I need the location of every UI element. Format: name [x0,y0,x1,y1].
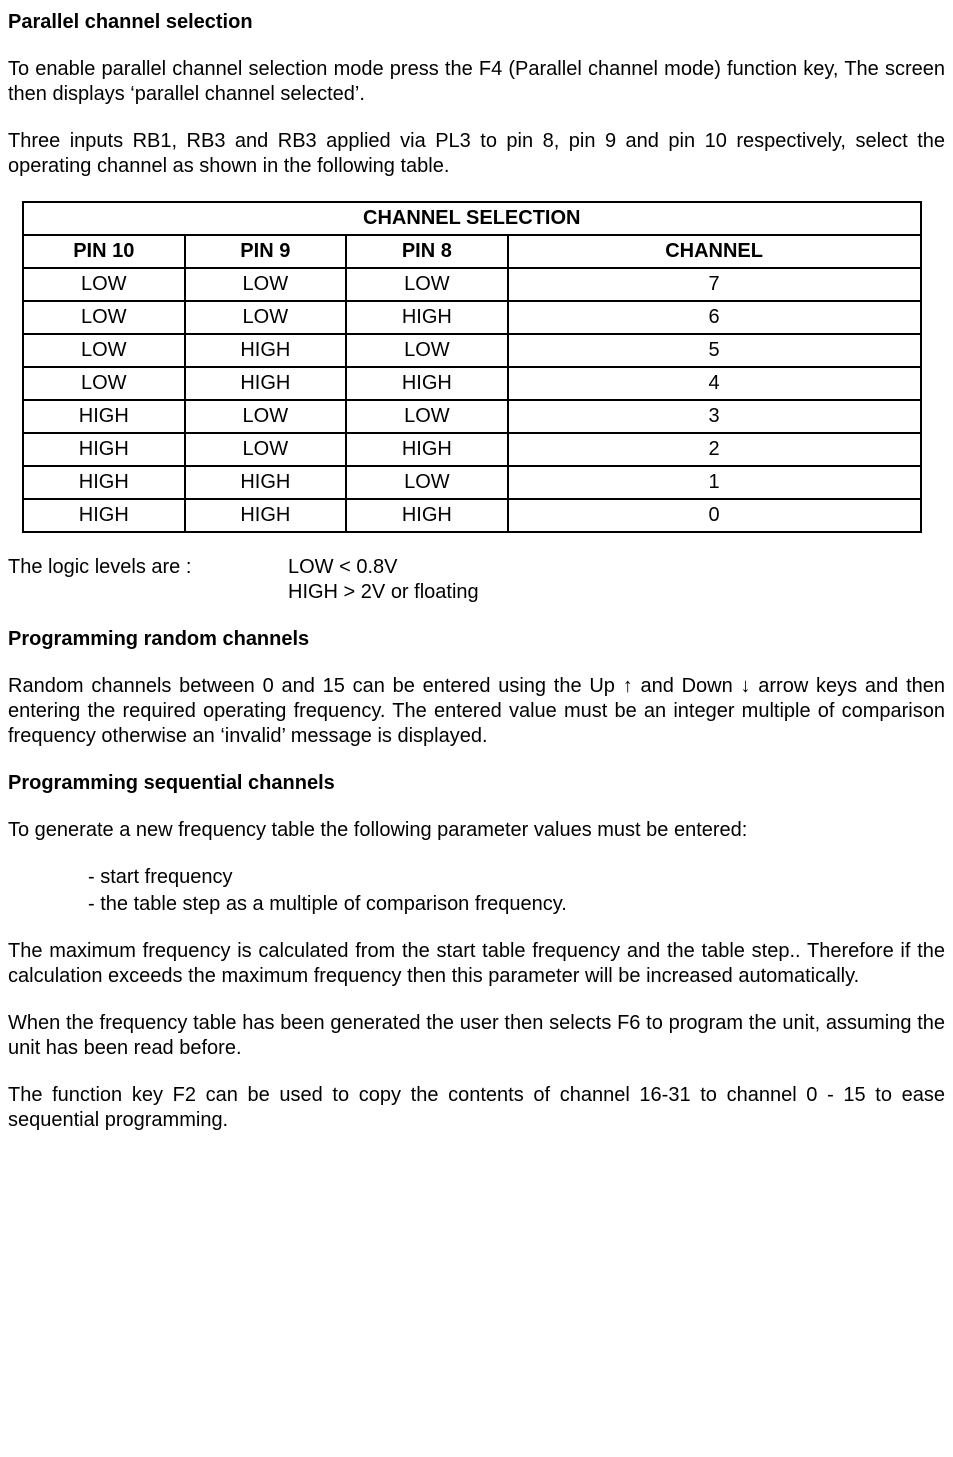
cell-pin10: HIGH [23,400,185,433]
col-header-pin8: PIN 8 [346,235,508,268]
cell-pin10: HIGH [23,466,185,499]
logic-low: LOW < 0.8V [288,555,479,580]
cell-pin9: LOW [185,400,347,433]
cell-channel: 1 [508,466,921,499]
table-title: CHANNEL SELECTION [23,202,921,235]
cell-pin9: HIGH [185,466,347,499]
col-header-pin9: PIN 9 [185,235,347,268]
cell-channel: 2 [508,433,921,466]
cell-pin9: LOW [185,433,347,466]
para-f2-copy: The function key F2 can be used to copy … [8,1083,945,1133]
col-header-pin10: PIN 10 [23,235,185,268]
cell-pin10: HIGH [23,499,185,532]
table-row: HIGH LOW LOW 3 [23,400,921,433]
cell-channel: 3 [508,400,921,433]
logic-levels-block: The logic levels are : LOW < 0.8V HIGH >… [8,555,945,605]
cell-pin9: HIGH [185,499,347,532]
list-item: - start frequency [88,865,945,890]
cell-pin10: LOW [23,268,185,301]
para-parallel-mode-enable: To enable parallel channel selection mod… [8,57,945,107]
heading-programming-sequential-channels: Programming sequential channels [8,771,945,796]
cell-pin8: LOW [346,400,508,433]
para-random-channels: Random channels between 0 and 15 can be … [8,674,945,749]
cell-pin8: LOW [346,334,508,367]
para-f6-program: When the frequency table has been genera… [8,1011,945,1061]
para-inputs-description: Three inputs RB1, RB3 and RB3 applied vi… [8,129,945,179]
para-max-frequency: The maximum frequency is calculated from… [8,939,945,989]
col-header-channel: CHANNEL [508,235,921,268]
cell-pin10: LOW [23,301,185,334]
cell-channel: 7 [508,268,921,301]
cell-pin8: HIGH [346,499,508,532]
table-row: HIGH HIGH LOW 1 [23,466,921,499]
cell-pin8: LOW [346,466,508,499]
list-item: - the table step as a multiple of compar… [88,892,945,917]
table-row: LOW HIGH LOW 5 [23,334,921,367]
table-row: HIGH HIGH HIGH 0 [23,499,921,532]
cell-channel: 5 [508,334,921,367]
cell-channel: 4 [508,367,921,400]
cell-pin9: LOW [185,268,347,301]
heading-parallel-channel-selection: Parallel channel selection [8,10,945,35]
cell-channel: 6 [508,301,921,334]
cell-pin8: LOW [346,268,508,301]
cell-pin8: HIGH [346,433,508,466]
cell-channel: 0 [508,499,921,532]
cell-pin10: HIGH [23,433,185,466]
cell-pin10: LOW [23,334,185,367]
table-row: LOW LOW HIGH 6 [23,301,921,334]
cell-pin8: HIGH [346,301,508,334]
logic-levels-label: The logic levels are : [8,555,288,605]
cell-pin10: LOW [23,367,185,400]
cell-pin9: LOW [185,301,347,334]
channel-selection-table: CHANNEL SELECTION PIN 10 PIN 9 PIN 8 CHA… [22,201,922,533]
table-row: LOW HIGH HIGH 4 [23,367,921,400]
heading-programming-random-channels: Programming random channels [8,627,945,652]
table-row: HIGH LOW HIGH 2 [23,433,921,466]
sequential-parameter-list: - start frequency - the table step as a … [8,865,945,917]
para-sequential-intro: To generate a new frequency table the fo… [8,818,945,843]
table-row: LOW LOW LOW 7 [23,268,921,301]
cell-pin9: HIGH [185,334,347,367]
cell-pin9: HIGH [185,367,347,400]
cell-pin8: HIGH [346,367,508,400]
logic-high: HIGH > 2V or floating [288,580,479,605]
